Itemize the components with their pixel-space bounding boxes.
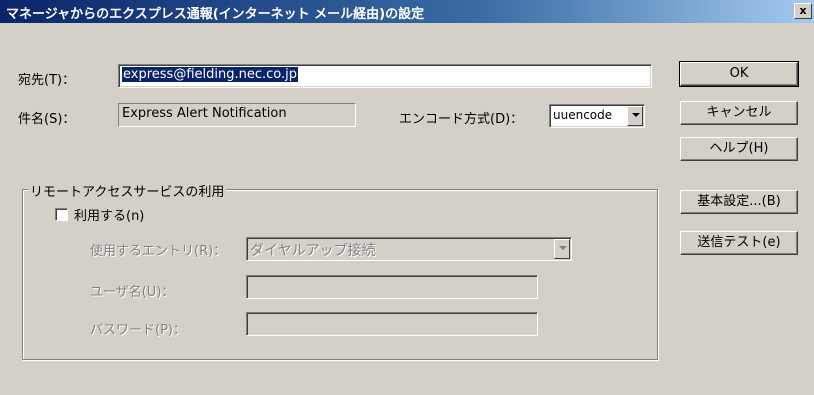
password-label: パスワード(P)： bbox=[90, 323, 186, 338]
encode-label: エンコード方式(D)： bbox=[399, 112, 524, 127]
entry-label: 使用するエントリ(R)： bbox=[90, 244, 227, 259]
destination-value: express@fielding.nec.co.jp bbox=[122, 67, 298, 82]
help-button[interactable]: ヘルプ(H) bbox=[680, 137, 798, 161]
username-label: ユーザ名(U)： bbox=[90, 285, 175, 300]
window-title: マネージャからのエクスプレス通報(インターネット メール経由)の設定 bbox=[6, 7, 425, 22]
close-button[interactable]: x bbox=[794, 3, 812, 19]
destination-input[interactable]: express@fielding.nec.co.jp bbox=[118, 64, 652, 88]
cancel-button[interactable]: キャンセル bbox=[680, 101, 798, 125]
title-bar[interactable]: マネージャからのエクスプレス通報(インターネット メール経由)の設定 x bbox=[0, 0, 814, 23]
password-input[interactable] bbox=[246, 312, 538, 336]
entry-dropdown[interactable]: ダイヤルアップ接続 bbox=[246, 237, 572, 261]
remote-access-group-title: リモートアクセスサービスの利用 bbox=[28, 181, 227, 200]
subject-label: 件名(S)： bbox=[18, 112, 76, 127]
basic-settings-button[interactable]: 基本設定...(B) bbox=[680, 190, 798, 214]
use-remote-access-checkbox[interactable] bbox=[55, 208, 68, 221]
destination-label: 宛先(T)： bbox=[18, 73, 76, 88]
send-test-button[interactable]: 送信テスト(e) bbox=[680, 231, 798, 255]
chevron-down-icon[interactable] bbox=[627, 106, 643, 126]
subject-value: Express Alert Notification bbox=[122, 106, 287, 121]
encode-value: uuencode bbox=[553, 108, 613, 122]
subject-field: Express Alert Notification bbox=[118, 103, 356, 127]
username-input[interactable] bbox=[246, 275, 538, 299]
encode-dropdown[interactable]: uuencode bbox=[549, 104, 645, 128]
use-remote-access-label[interactable]: 利用する(n) bbox=[74, 205, 144, 224]
ok-button[interactable]: OK bbox=[679, 61, 799, 87]
entry-value: ダイヤルアップ接続 bbox=[250, 243, 376, 259]
dialog-window: マネージャからのエクスプレス通報(インターネット メール経由)の設定 x 宛先(… bbox=[0, 0, 814, 395]
chevron-down-icon[interactable] bbox=[554, 239, 570, 259]
